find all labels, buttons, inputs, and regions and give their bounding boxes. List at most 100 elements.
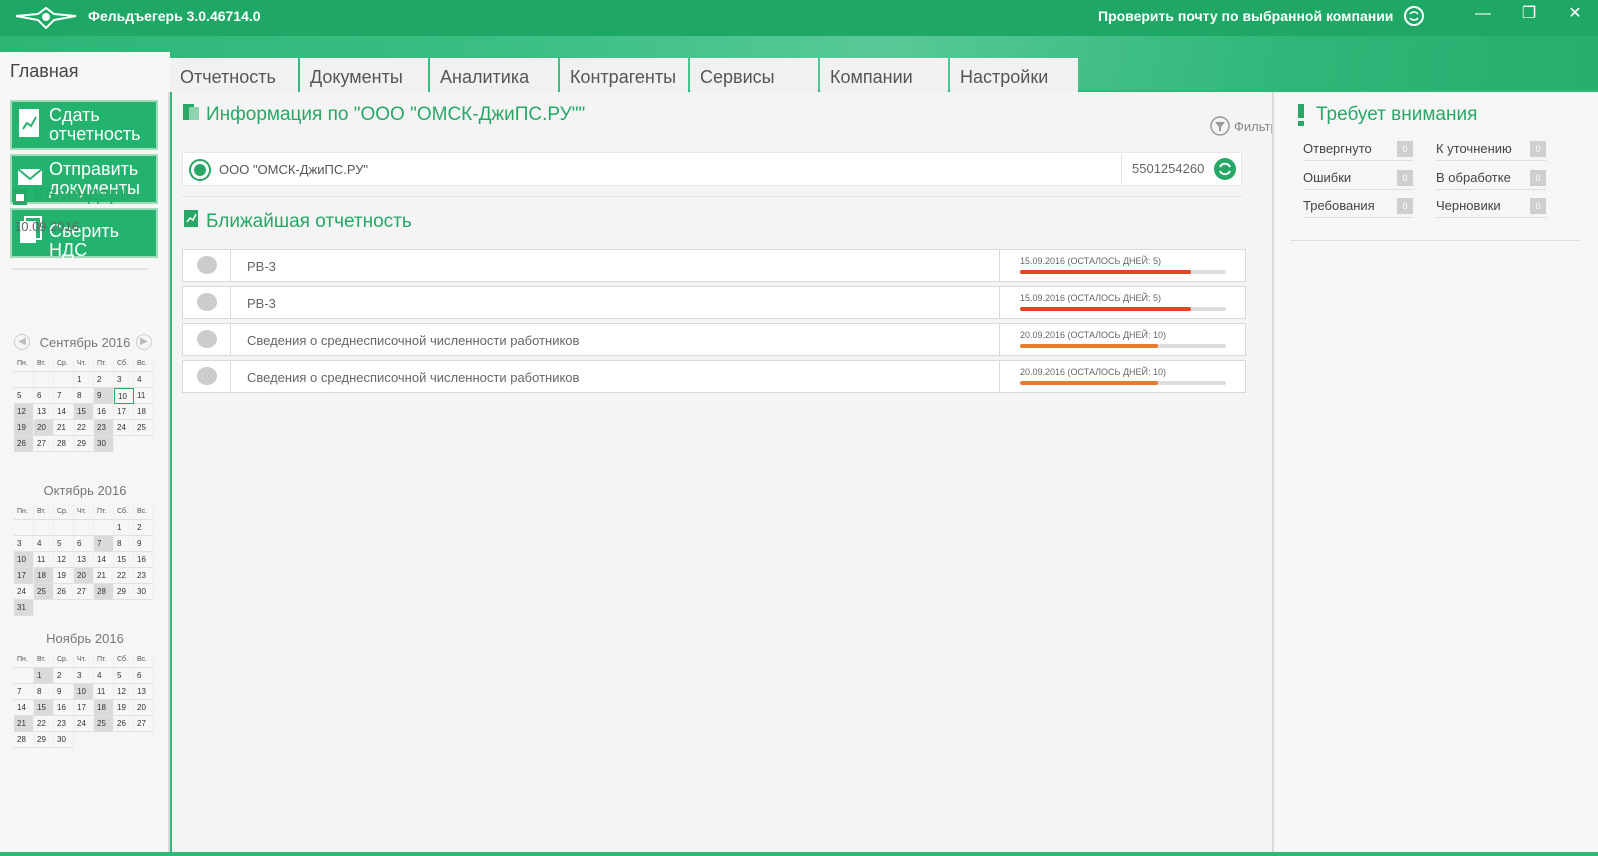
calendar-day[interactable]: 8 — [34, 684, 54, 700]
calendar-day[interactable]: 7 — [14, 684, 34, 700]
calendar-day[interactable]: 24 — [14, 584, 34, 600]
calendar-day[interactable]: 8 — [114, 536, 134, 552]
calendar-day[interactable]: 22 — [74, 420, 94, 436]
attention-item-rejected[interactable]: Отвергнуто 0 — [1303, 139, 1413, 161]
calendar-day[interactable]: 25 — [134, 420, 154, 436]
tab-services[interactable]: Сервисы — [690, 58, 818, 92]
calendar-day[interactable]: 1 — [34, 668, 54, 684]
calendar-day[interactable]: 11 — [134, 388, 154, 404]
calendar-day[interactable]: 5 — [54, 536, 74, 552]
calendar-day[interactable]: 9 — [134, 536, 154, 552]
calendar-day[interactable]: 9 — [94, 388, 114, 404]
calendar-day[interactable]: 27 — [74, 584, 94, 600]
calendar-day[interactable]: 13 — [134, 684, 154, 700]
calendar-day[interactable]: 29 — [114, 584, 134, 600]
calendar-day[interactable]: 16 — [94, 404, 114, 420]
calendar-day[interactable]: 12 — [54, 552, 74, 568]
minimize-button[interactable]: — — [1468, 2, 1498, 26]
calendar-day[interactable]: 11 — [34, 552, 54, 568]
calendar-day[interactable]: 30 — [54, 732, 74, 748]
calendar-day[interactable]: 12 — [114, 684, 134, 700]
next-month-icon[interactable]: ▶ — [136, 334, 152, 350]
submit-reports-button[interactable]: Сдать отчетность — [10, 100, 158, 150]
calendar-day[interactable]: 14 — [94, 552, 114, 568]
calendar-day[interactable]: 23 — [54, 716, 74, 732]
calendar-day[interactable]: 3 — [114, 372, 134, 388]
prev-month-icon[interactable]: ◀ — [14, 334, 30, 350]
calendar-day[interactable]: 5 — [14, 388, 34, 404]
calendar-day[interactable]: 13 — [74, 552, 94, 568]
tab-counterparties[interactable]: Контрагенты — [560, 58, 688, 92]
attention-item-errors[interactable]: Ошибки 0 — [1303, 168, 1413, 190]
calendar-day[interactable]: 16 — [134, 552, 154, 568]
calendar-day[interactable]: 16 — [54, 700, 74, 716]
calendar-day[interactable]: 6 — [134, 668, 154, 684]
calendar-day[interactable]: 19 — [114, 700, 134, 716]
calendar-day[interactable]: 3 — [14, 536, 34, 552]
calendar-day[interactable]: 3 — [74, 668, 94, 684]
close-button[interactable]: ✕ — [1560, 2, 1590, 26]
company-radio[interactable] — [189, 159, 211, 181]
calendar-day[interactable]: 24 — [74, 716, 94, 732]
calendar-day[interactable]: 26 — [14, 436, 34, 452]
calendar-day[interactable]: 10 — [114, 388, 134, 404]
tab-reporting[interactable]: Отчетность — [170, 58, 298, 92]
calendar-day[interactable]: 25 — [94, 716, 114, 732]
calendar-day[interactable]: 23 — [94, 420, 114, 436]
calendar-day[interactable]: 15 — [74, 404, 94, 420]
calendar-day[interactable]: 1 — [74, 372, 94, 388]
calendar-day[interactable]: 15 — [114, 552, 134, 568]
tab-home[interactable]: Главная — [0, 52, 170, 92]
calendar-day[interactable]: 19 — [14, 420, 34, 436]
calendar-day[interactable]: 11 — [94, 684, 114, 700]
tab-analytics[interactable]: Аналитика — [430, 58, 558, 92]
calendar-day[interactable]: 25 — [34, 584, 54, 600]
calendar-day[interactable]: 22 — [34, 716, 54, 732]
refresh-icon[interactable] — [1213, 157, 1237, 181]
calendar-day[interactable]: 26 — [54, 584, 74, 600]
calendar-day[interactable]: 17 — [114, 404, 134, 420]
calendar-day[interactable]: 18 — [34, 568, 54, 584]
calendar-day[interactable]: 17 — [14, 568, 34, 584]
report-row[interactable]: РВ-3 15.09.2016 (ОСТАЛОСЬ ДНЕЙ: 5) — [182, 249, 1246, 282]
report-row[interactable]: Сведения о среднесписочной численности р… — [182, 360, 1246, 393]
calendar-day[interactable]: 18 — [94, 700, 114, 716]
calendar-day[interactable]: 27 — [34, 436, 54, 452]
calendar-day[interactable]: 2 — [94, 372, 114, 388]
calendar-day[interactable]: 27 — [134, 716, 154, 732]
calendar-day[interactable]: 21 — [54, 420, 74, 436]
calendar-day[interactable]: 21 — [14, 716, 34, 732]
attention-item-processing[interactable]: В обработке 0 — [1436, 168, 1546, 190]
calendar-day[interactable]: 28 — [14, 732, 34, 748]
calendar-day[interactable]: 19 — [54, 568, 74, 584]
calendar-day[interactable]: 14 — [14, 700, 34, 716]
tab-documents[interactable]: Документы — [300, 58, 428, 92]
calendar-day[interactable]: 22 — [114, 568, 134, 584]
calendar-day[interactable]: 30 — [94, 436, 114, 452]
calendar-day[interactable]: 12 — [14, 404, 34, 420]
attention-item-requirements[interactable]: Требования 0 — [1303, 196, 1413, 218]
calendar-day[interactable]: 7 — [54, 388, 74, 404]
calendar-day[interactable]: 17 — [74, 700, 94, 716]
calendar-day[interactable]: 18 — [134, 404, 154, 420]
company-row[interactable]: ООО "ОМСК-ДжиПС.РУ" 5501254260 — [182, 152, 1242, 186]
attention-item-drafts[interactable]: Черновики 0 — [1436, 196, 1546, 218]
calendar-day[interactable]: 7 — [94, 536, 114, 552]
calendar-day[interactable]: 26 — [114, 716, 134, 732]
calendar-day[interactable]: 31 — [14, 600, 34, 616]
calendar-day[interactable]: 20 — [34, 420, 54, 436]
restore-button[interactable]: ❐ — [1514, 2, 1544, 26]
calendar-day[interactable]: 28 — [54, 436, 74, 452]
calendar-day[interactable]: 21 — [94, 568, 114, 584]
calendar-day[interactable]: 29 — [34, 732, 54, 748]
calendar-day[interactable]: 4 — [94, 668, 114, 684]
calendar-day[interactable]: 14 — [54, 404, 74, 420]
calendar-day[interactable]: 10 — [74, 684, 94, 700]
calendar-day[interactable]: 2 — [134, 520, 154, 536]
calendar-day[interactable]: 28 — [94, 584, 114, 600]
calendar-day[interactable]: 6 — [34, 388, 54, 404]
calendar-day[interactable]: 23 — [134, 568, 154, 584]
calendar-day[interactable]: 13 — [34, 404, 54, 420]
calendar-day[interactable]: 15 — [34, 700, 54, 716]
calendar-day[interactable]: 30 — [134, 584, 154, 600]
